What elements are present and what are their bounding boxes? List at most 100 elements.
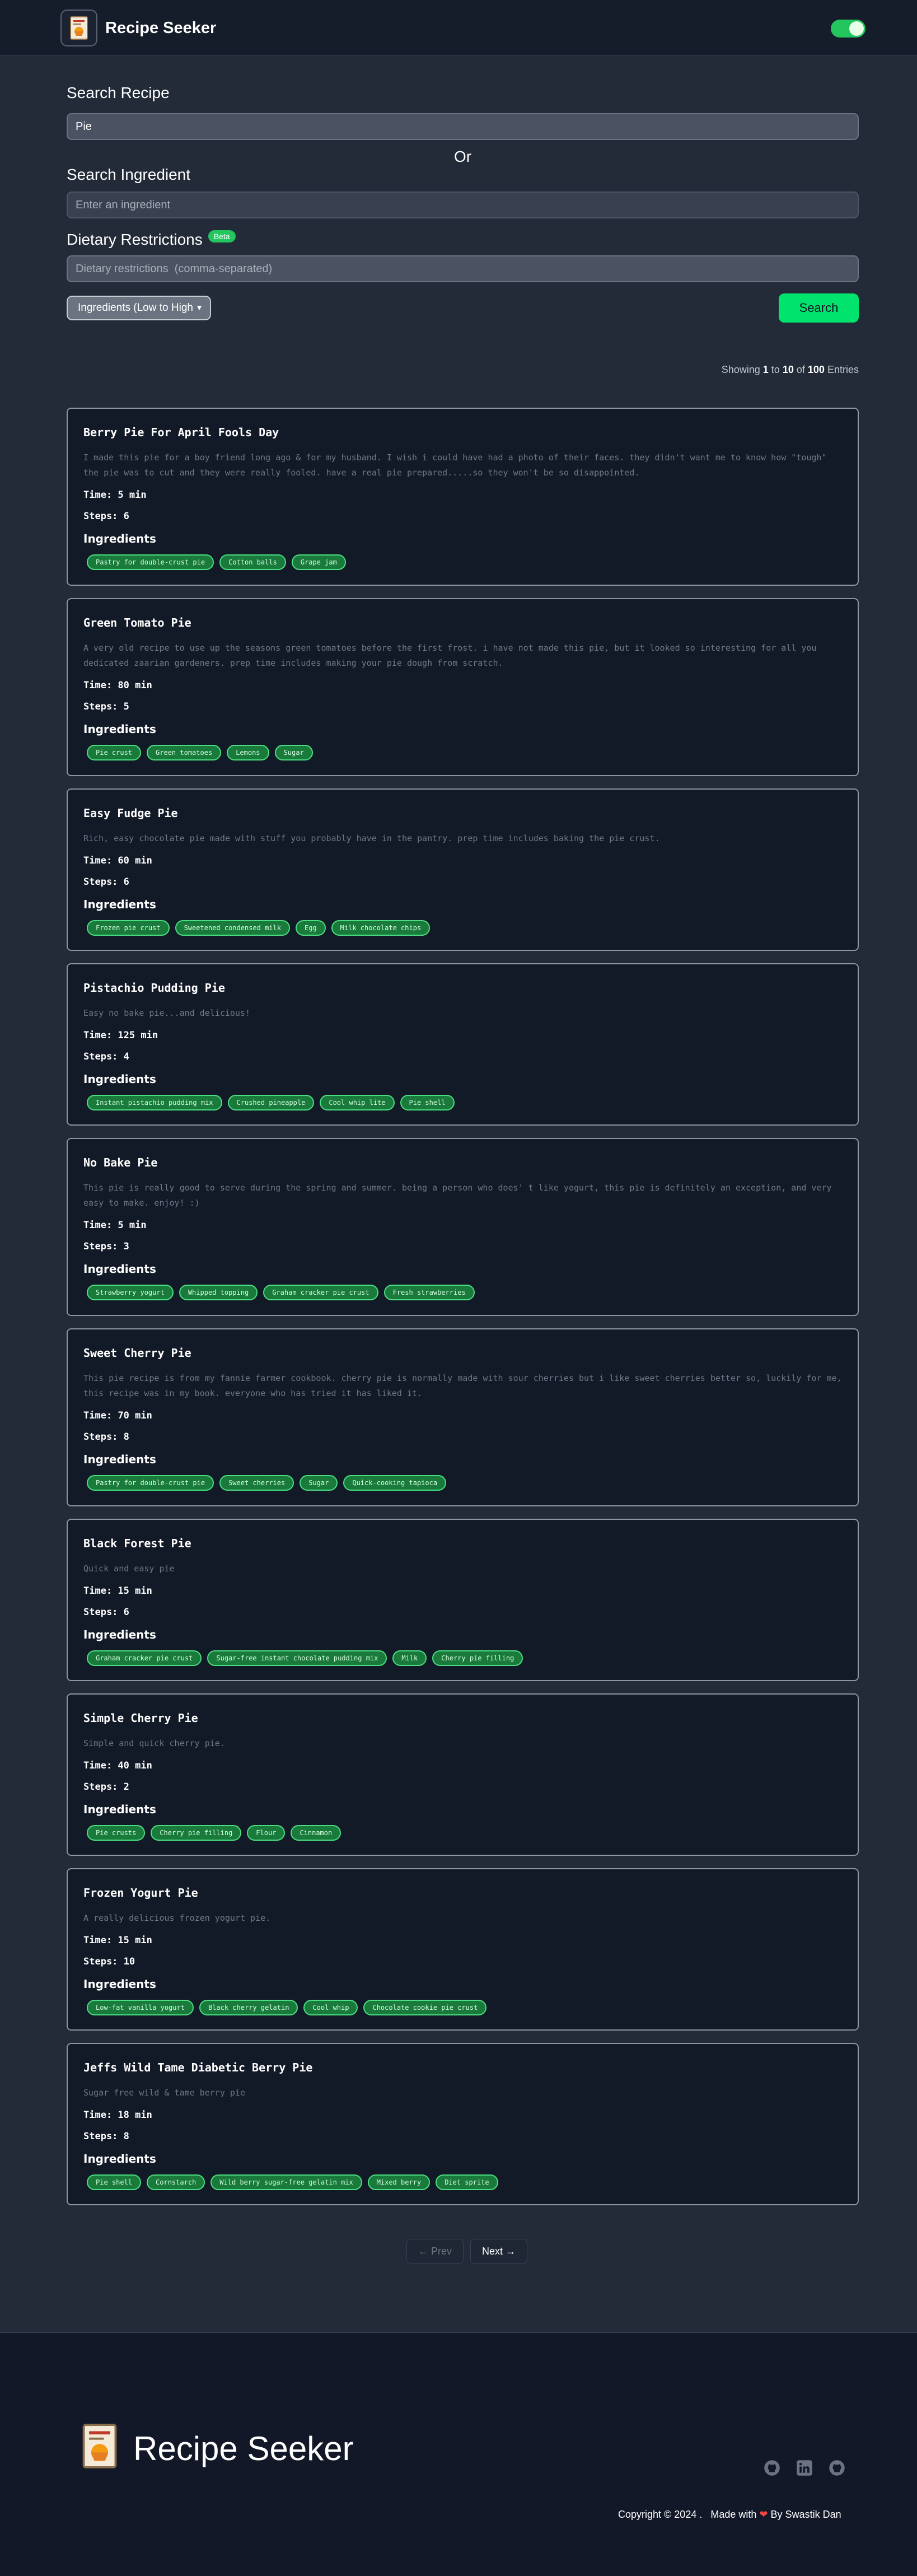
ingredient-tags: Frozen pie crust Sweetened condensed milk… bbox=[83, 920, 842, 936]
recipe-time: Time: 18 min bbox=[83, 2110, 152, 2121]
recipe-title: Pistachio Pudding Pie bbox=[83, 981, 225, 995]
recipe-card[interactable]: Easy Fudge Pie Rich, easy chocolate pie m… bbox=[67, 788, 859, 951]
ingredient-tag[interactable]: Pie crust bbox=[87, 745, 142, 760]
ingredient-tag[interactable]: Graham cracker pie crust bbox=[263, 1285, 378, 1300]
ingredient-tag[interactable]: Milk chocolate chips bbox=[331, 920, 431, 936]
recipe-time: Time: 5 min bbox=[83, 1220, 147, 1231]
ingredient-tag[interactable]: Cotton balls bbox=[219, 554, 286, 570]
recipe-title: No Bake Pie bbox=[83, 1156, 158, 1169]
chevron-down-icon: ▼ bbox=[195, 303, 203, 312]
search-recipe-label: Search Recipe bbox=[67, 84, 170, 101]
github-icon[interactable] bbox=[762, 2458, 782, 2477]
linkedin-icon[interactable] bbox=[795, 2458, 814, 2477]
recipe-time: Time: 80 min bbox=[83, 680, 152, 691]
recipe-card[interactable]: Pistachio Pudding Pie Easy no bake pie...… bbox=[67, 963, 859, 1126]
ingredient-tag[interactable]: Pastry for double-crust pie bbox=[87, 554, 214, 570]
recipe-description: Easy no bake pie...and delicious! bbox=[83, 1008, 251, 1018]
ingredient-tag[interactable]: Sugar-free instant chocolate pudding mix bbox=[207, 1650, 387, 1666]
ingredients-heading: Ingredients bbox=[83, 1262, 156, 1276]
of-label: of bbox=[796, 364, 805, 375]
search-button[interactable]: Search bbox=[779, 293, 859, 323]
toggle-knob bbox=[849, 21, 864, 36]
recipe-description: This pie recipe is from my fannie farmer… bbox=[83, 1373, 842, 1398]
ingredient-tag[interactable]: Cool whip bbox=[303, 2000, 358, 2015]
ingredients-heading: Ingredients bbox=[83, 1977, 156, 1991]
recipe-steps: Steps: 3 bbox=[83, 1241, 129, 1252]
sort-select[interactable]: Ingredients (Low to High ▼ bbox=[67, 296, 211, 320]
next-page-button[interactable]: Next → bbox=[470, 2239, 528, 2264]
recipe-card[interactable]: Simple Cherry Pie Simple and quick cherry… bbox=[67, 1693, 859, 1856]
theme-toggle[interactable] bbox=[831, 20, 865, 38]
recipe-steps: Steps: 6 bbox=[83, 876, 129, 888]
ingredient-tag[interactable]: Pie shell bbox=[400, 1095, 455, 1110]
ingredient-tag[interactable]: Strawberry yogurt bbox=[87, 1285, 174, 1300]
ingredient-tag[interactable]: Cool whip lite bbox=[320, 1095, 395, 1110]
github-icon[interactable] bbox=[827, 2458, 846, 2477]
ingredient-tag[interactable]: Sugar bbox=[300, 1475, 338, 1491]
recipe-title: Jeffs Wild Tame Diabetic Berry Pie bbox=[83, 2061, 313, 2074]
ingredient-tag[interactable]: Milk bbox=[392, 1650, 427, 1666]
recipe-description: Quick and easy pie bbox=[83, 1564, 175, 1574]
to-label: to bbox=[771, 364, 780, 375]
ingredient-tag[interactable]: Cinnamon bbox=[291, 1825, 341, 1841]
recipe-title: Black Forest Pie bbox=[83, 1537, 191, 1550]
ingredient-tag[interactable]: Black cherry gelatin bbox=[199, 2000, 298, 2015]
ingredient-tag[interactable]: Crushed pineapple bbox=[227, 1095, 315, 1110]
ingredient-tags: Pie crusts Cherry pie filling Flour Cinnamo… bbox=[83, 1825, 842, 1841]
recipe-card[interactable]: Green Tomato Pie A very old recipe to use… bbox=[67, 598, 859, 776]
ingredient-tags: Pastry for double-crust pie Sweet cherrie… bbox=[83, 1475, 842, 1491]
recipe-card[interactable]: Frozen Yogurt Pie A really delicious froz… bbox=[67, 1868, 859, 2031]
range-start: 1 bbox=[762, 364, 769, 375]
ingredient-tag[interactable]: Pastry for double-crust pie bbox=[87, 1475, 214, 1491]
recipe-card[interactable]: No Bake Pie This pie is really good to se… bbox=[67, 1138, 859, 1316]
ingredient-tag[interactable]: Whipped topping bbox=[179, 1285, 258, 1300]
ingredient-tag[interactable]: Sweetened condensed milk bbox=[175, 920, 290, 936]
ingredient-tag[interactable]: Green tomatoes bbox=[147, 745, 222, 760]
ingredient-tag[interactable]: Egg bbox=[295, 920, 326, 936]
recipe-time: Time: 70 min bbox=[83, 1410, 152, 1421]
recipe-card[interactable]: Sweet Cherry Pie This pie recipe is from … bbox=[67, 1328, 859, 1506]
ingredient-tag[interactable]: Pie crusts bbox=[87, 1825, 146, 1841]
ingredient-tag[interactable]: Fresh strawberries bbox=[383, 1285, 475, 1300]
app-title: Recipe Seeker bbox=[105, 18, 217, 37]
dietary-restrictions-input[interactable] bbox=[67, 255, 859, 282]
ingredient-search-input[interactable] bbox=[67, 192, 859, 218]
brand[interactable]: Recipe Seeker bbox=[60, 9, 216, 47]
heart-icon: ❤ bbox=[759, 2509, 768, 2520]
dietary-restrictions-label: Dietary Restrictions bbox=[67, 231, 203, 248]
or-divider: Or bbox=[453, 148, 472, 165]
ingredient-tag[interactable]: Quick-cooking tapioca bbox=[343, 1475, 447, 1491]
recipe-card[interactable]: Berry Pie For April Fools Day I made this… bbox=[67, 408, 859, 586]
ingredient-tag[interactable]: Grape jam bbox=[291, 554, 346, 570]
ingredient-tag[interactable]: Sweet cherries bbox=[219, 1475, 294, 1491]
ingredient-tag[interactable]: Wild berry sugar-free gelatin mix bbox=[210, 2174, 362, 2190]
recipe-time: Time: 60 min bbox=[83, 855, 152, 866]
recipe-card[interactable]: Jeffs Wild Tame Diabetic Berry Pie Sugar … bbox=[67, 2043, 859, 2205]
recipe-description: Simple and quick cherry pie. bbox=[83, 1738, 225, 1748]
ingredient-tag[interactable]: Cherry pie filling bbox=[151, 1825, 242, 1841]
ingredient-tag[interactable]: Cherry pie filling bbox=[432, 1650, 523, 1666]
ingredient-tags: Graham cracker pie crust Sugar-free insta… bbox=[83, 1650, 842, 1666]
ingredient-tag[interactable]: Chocolate cookie pie crust bbox=[363, 2000, 487, 2015]
ingredient-tag[interactable]: Flour bbox=[247, 1825, 286, 1841]
ingredient-tag[interactable]: Instant pistachio pudding mix bbox=[87, 1095, 222, 1110]
ingredient-tag[interactable]: Cornstarch bbox=[147, 2174, 205, 2190]
ingredient-tag[interactable]: Graham cracker pie crust bbox=[87, 1650, 202, 1666]
ingredient-tag[interactable]: Pie shell bbox=[87, 2174, 142, 2190]
ingredient-tag[interactable]: Diet sprite bbox=[436, 2174, 498, 2190]
prev-page-button[interactable]: ← Prev bbox=[406, 2239, 464, 2264]
recipe-description: A very old recipe to use up the seasons … bbox=[83, 643, 817, 668]
recipe-card[interactable]: Black Forest Pie Quick and easy pie Time: … bbox=[67, 1519, 859, 1681]
ingredient-tag[interactable]: Lemons bbox=[227, 745, 269, 760]
ingredient-tags: Low-fat vanilla yogurt Black cherry gelat… bbox=[83, 2000, 842, 2015]
recipe-description: Sugar free wild & tame berry pie bbox=[83, 2088, 245, 2098]
recipe-search-input[interactable] bbox=[67, 113, 859, 140]
ingredient-tag[interactable]: Mixed berry bbox=[367, 2174, 431, 2190]
ingredient-tag[interactable]: Frozen pie crust bbox=[87, 920, 170, 936]
recipe-steps: Steps: 8 bbox=[83, 2131, 129, 2142]
ingredient-tags: Pie shell Cornstarch Wild berry sugar-free… bbox=[83, 2174, 842, 2190]
ingredient-tags: Pie crust Green tomatoes Lemons Sugar bbox=[83, 745, 842, 760]
ingredient-tags: Pastry for double-crust pie Cotton balls G… bbox=[83, 554, 842, 570]
ingredient-tag[interactable]: Sugar bbox=[274, 745, 313, 760]
ingredient-tag[interactable]: Low-fat vanilla yogurt bbox=[87, 2000, 194, 2015]
